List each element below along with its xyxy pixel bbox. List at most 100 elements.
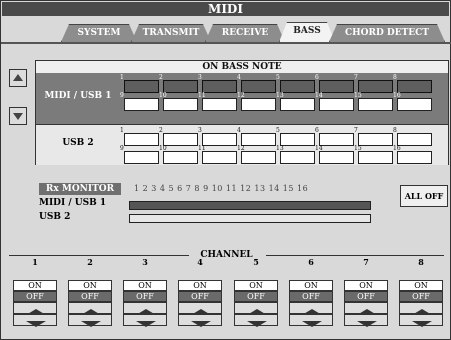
bass-channel-toggle[interactable] — [280, 151, 315, 164]
channel-down-button[interactable] — [399, 314, 443, 327]
channel-on-button[interactable]: ON — [399, 280, 443, 291]
channel-up-button[interactable] — [13, 302, 57, 315]
up-arrow-icon — [13, 74, 23, 81]
channel-up-button[interactable] — [344, 302, 388, 315]
channel-number: 2 — [87, 257, 93, 267]
down-arrow-icon — [247, 321, 267, 327]
bass-channel-toggle[interactable] — [202, 133, 237, 146]
rx-usb2-label: USB 2 — [39, 212, 71, 222]
rx-midi-usb1-meter — [129, 201, 371, 210]
tab-divider — [1, 42, 451, 44]
bass-channel-toggle[interactable] — [241, 80, 276, 93]
tab-bar: SYSTEM TRANSMIT RECEIVE BASS CHORD DETEC… — [61, 22, 449, 42]
down-arrow-icon — [136, 321, 156, 327]
channel-down-button[interactable] — [289, 314, 333, 327]
tab-receive[interactable]: RECEIVE — [205, 24, 285, 42]
channel-on-button[interactable]: ON — [13, 280, 57, 291]
channel-down-button[interactable] — [13, 314, 57, 327]
bass-channel-toggle[interactable] — [202, 98, 237, 111]
midi-usb1-label: MIDI / USB 1 — [44, 91, 112, 101]
usb2-label: USB 2 — [62, 138, 94, 148]
bass-channel-toggle[interactable] — [397, 151, 432, 164]
tab-bass[interactable]: BASS — [279, 22, 335, 42]
bass-channel-toggle[interactable] — [358, 133, 393, 146]
bass-note-panel: ON BASS NOTE MIDI / USB 1 USB 2 12345678… — [35, 60, 449, 165]
bass-channel-toggle[interactable] — [280, 133, 315, 146]
channel-up-button[interactable] — [123, 302, 167, 315]
rx-midi-usb1-label: MIDI / USB 1 — [39, 198, 107, 208]
scroll-down-button[interactable] — [9, 107, 27, 125]
tab-chord-detect[interactable]: CHORD DETECT — [329, 24, 445, 42]
bass-channel-toggle[interactable] — [241, 98, 276, 111]
bass-channel-toggle[interactable] — [241, 133, 276, 146]
bass-channel-toggle[interactable] — [280, 98, 315, 111]
all-off-button[interactable]: ALL OFF — [400, 185, 448, 207]
down-arrow-icon — [302, 321, 322, 327]
channel-off-button[interactable]: OFF — [289, 291, 333, 302]
bass-channel-toggle[interactable] — [319, 151, 354, 164]
down-arrow-icon — [191, 321, 211, 327]
channel-down-button[interactable] — [234, 314, 278, 327]
down-arrow-icon — [26, 321, 46, 327]
bass-channel-toggle[interactable] — [163, 133, 198, 146]
scroll-up-button[interactable] — [9, 69, 27, 87]
bass-channel-toggle[interactable] — [163, 98, 198, 111]
channel-off-button[interactable]: OFF — [123, 291, 167, 302]
channel-off-button[interactable]: OFF — [234, 291, 278, 302]
channel-on-button[interactable]: ON — [68, 280, 112, 291]
bass-channel-toggle[interactable] — [319, 98, 354, 111]
channel-up-button[interactable] — [178, 302, 222, 315]
bass-channel-toggle[interactable] — [124, 151, 159, 164]
rx-usb2-meter — [129, 214, 371, 223]
bass-channel-toggle[interactable] — [202, 151, 237, 164]
channel-off-button[interactable]: OFF — [399, 291, 443, 302]
down-arrow-icon — [13, 113, 23, 120]
channel-number: 4 — [197, 257, 203, 267]
down-arrow-icon — [412, 321, 432, 327]
channel-down-button[interactable] — [344, 314, 388, 327]
channel-up-button[interactable] — [68, 302, 112, 315]
bass-channel-toggle[interactable] — [163, 80, 198, 93]
bass-channel-toggle[interactable] — [358, 80, 393, 93]
channel-down-button[interactable] — [123, 314, 167, 327]
bass-channel-toggle[interactable] — [358, 98, 393, 111]
channel-down-button[interactable] — [178, 314, 222, 327]
window-title: MIDI — [2, 2, 449, 16]
bass-channel-toggle[interactable] — [319, 80, 354, 93]
bass-channel-toggle[interactable] — [124, 80, 159, 93]
channel-down-button[interactable] — [68, 314, 112, 327]
channel-on-button[interactable]: ON — [234, 280, 278, 291]
bass-channel-toggle[interactable] — [280, 80, 315, 93]
bass-channel-toggle[interactable] — [124, 98, 159, 111]
channel-off-button[interactable]: OFF — [13, 291, 57, 302]
channel-up-button[interactable] — [289, 302, 333, 315]
bass-channel-toggle[interactable] — [202, 80, 237, 93]
down-arrow-icon — [81, 321, 101, 327]
tab-system[interactable]: SYSTEM — [61, 24, 137, 42]
channel-on-button[interactable]: ON — [178, 280, 222, 291]
channel-on-button[interactable]: ON — [123, 280, 167, 291]
bass-channel-toggle[interactable] — [241, 151, 276, 164]
channel-number: 7 — [363, 257, 369, 267]
bass-channel-toggle[interactable] — [124, 133, 159, 146]
down-arrow-icon — [357, 321, 377, 327]
rx-monitor-label: Rx MONITOR — [39, 183, 121, 195]
channel-off-button[interactable]: OFF — [178, 291, 222, 302]
bass-channel-toggle[interactable] — [397, 133, 432, 146]
tab-transmit[interactable]: TRANSMIT — [131, 24, 211, 42]
channel-up-button[interactable] — [399, 302, 443, 315]
midi-bass-screen: MIDI SYSTEM TRANSMIT RECEIVE BASS CHORD … — [0, 0, 451, 340]
bass-channel-toggle[interactable] — [319, 133, 354, 146]
bass-channel-toggle[interactable] — [163, 151, 198, 164]
bass-channel-toggle[interactable] — [397, 80, 432, 93]
channel-on-button[interactable]: ON — [289, 280, 333, 291]
channel-off-button[interactable]: OFF — [68, 291, 112, 302]
channel-up-button[interactable] — [234, 302, 278, 315]
bass-channel-toggle[interactable] — [397, 98, 432, 111]
bass-channel-toggle[interactable] — [358, 151, 393, 164]
channel-off-button[interactable]: OFF — [344, 291, 388, 302]
channel-number: 3 — [142, 257, 148, 267]
bass-panel-title: ON BASS NOTE — [202, 62, 282, 72]
channel-on-button[interactable]: ON — [344, 280, 388, 291]
channel-number: 5 — [253, 257, 259, 267]
